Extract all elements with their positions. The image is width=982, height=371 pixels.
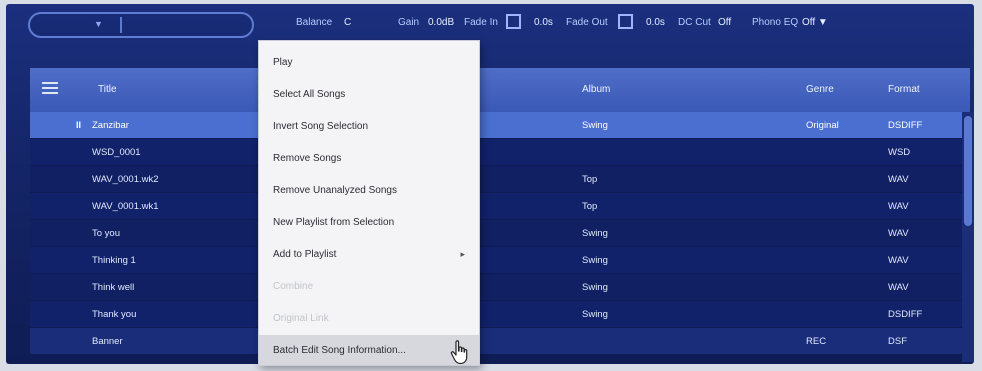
menu-item-remove-unanalyzed-songs[interactable]: Remove Unanalyzed Songs [259, 175, 479, 205]
seek-slider[interactable]: ▼ [28, 12, 254, 38]
table-row[interactable]: II Zanzibar Swing Original DSDIFF [30, 112, 962, 139]
column-header-title[interactable]: Title [98, 84, 117, 95]
balance-value[interactable]: C [344, 17, 351, 28]
cell-album: Swing [582, 309, 608, 320]
cell-format: DSDIFF [888, 120, 923, 131]
menu-item-label: Play [273, 57, 293, 68]
hamburger-menu-icon[interactable] [42, 82, 58, 94]
cell-album: Swing [582, 255, 608, 266]
cell-album: Swing [582, 120, 608, 131]
cell-title: WAV_0001.wk2 [92, 174, 159, 185]
cell-format: DSF [888, 336, 907, 347]
cell-album: Swing [582, 228, 608, 239]
table-row[interactable]: Thinking 1 Swing WAV [30, 247, 962, 274]
cell-format: WAV [888, 255, 909, 266]
menu-item-label: New Playlist from Selection [273, 217, 395, 228]
table-row[interactable]: WAV_0001.wk2 Top WAV [30, 166, 962, 193]
fade-out-value[interactable]: 0.0s [646, 17, 665, 28]
hand-cursor-icon [450, 340, 468, 365]
table-scrollbar[interactable] [962, 112, 974, 362]
seek-position-marker[interactable] [120, 17, 122, 33]
context-menu: Play Select All Songs Invert Song Select… [258, 40, 480, 366]
cell-album: Swing [582, 282, 608, 293]
gain-label: Gain [398, 17, 420, 28]
menu-item-batch-edit-song-information[interactable]: Batch Edit Song Information... [259, 335, 479, 365]
balance-label: Balance [296, 17, 333, 28]
seek-knob-icon[interactable]: ▼ [94, 19, 103, 29]
menu-item-label: Remove Unanalyzed Songs [273, 185, 397, 196]
menu-item-play[interactable]: Play [259, 47, 479, 77]
cell-format: WAV [888, 282, 909, 293]
app-window: ▼ Balance C Gain 0.0dB Fade In 0.0s Fade… [6, 4, 974, 364]
scrollbar-thumb[interactable] [964, 116, 972, 226]
dc-cut-value[interactable]: Off [718, 17, 731, 28]
pause-icon: II [76, 120, 82, 130]
table-row[interactable]: Thank you Swing DSDIFF [30, 301, 962, 328]
fade-out-checkbox[interactable] [618, 14, 633, 29]
phono-eq-dropdown[interactable]: Off ▼ [802, 17, 828, 28]
table-row[interactable]: WSD_0001 WSD [30, 139, 962, 166]
cell-format: WAV [888, 174, 909, 185]
table-row[interactable]: WAV_0001.wk1 Top WAV [30, 193, 962, 220]
menu-item-new-playlist-from-selection[interactable]: New Playlist from Selection [259, 207, 479, 237]
menu-item-invert-song-selection[interactable]: Invert Song Selection [259, 111, 479, 141]
table-row[interactable]: Think well Swing WAV [30, 274, 962, 301]
fade-in-value[interactable]: 0.0s [534, 17, 553, 28]
song-table-body: II Zanzibar Swing Original DSDIFF WSD_00… [30, 112, 962, 355]
cell-genre: Original [806, 120, 839, 131]
cell-format: WSD [888, 147, 911, 158]
cell-format: DSDIFF [888, 309, 923, 320]
cell-title: Zanzibar [92, 120, 129, 131]
menu-item-select-all-songs[interactable]: Select All Songs [259, 79, 479, 109]
menu-item-combine: Combine [259, 271, 479, 301]
cell-title: Banner [92, 336, 123, 347]
cell-format: WAV [888, 201, 909, 212]
column-header-genre[interactable]: Genre [806, 84, 834, 95]
menu-item-label: Batch Edit Song Information... [273, 345, 406, 356]
cell-format: WAV [888, 228, 909, 239]
cell-genre: REC [806, 336, 827, 347]
fade-in-label: Fade In [464, 17, 498, 28]
menu-item-remove-songs[interactable]: Remove Songs [259, 143, 479, 173]
cell-title: Think well [92, 282, 135, 293]
cell-title: Thank you [92, 309, 137, 320]
phono-eq-label: Phono EQ [752, 17, 799, 28]
table-row[interactable]: Banner REC DSF [30, 328, 962, 355]
menu-item-label: Original Link [273, 313, 329, 324]
cell-title: WAV_0001.wk1 [92, 201, 159, 212]
menu-item-label: Invert Song Selection [273, 121, 369, 132]
column-header-album[interactable]: Album [582, 84, 610, 95]
cell-title: Thinking 1 [92, 255, 136, 266]
gain-value[interactable]: 0.0dB [428, 17, 454, 28]
menu-item-label: Combine [273, 281, 314, 292]
song-table-header: Title Album Genre Format [30, 68, 970, 112]
column-header-format[interactable]: Format [888, 84, 920, 95]
control-bar: ▼ Balance C Gain 0.0dB Fade In 0.0s Fade… [6, 4, 974, 44]
menu-item-add-to-playlist[interactable]: Add to Playlist ▸ [259, 239, 479, 269]
fade-out-label: Fade Out [566, 17, 608, 28]
cell-album: Top [582, 174, 598, 185]
dc-cut-label: DC Cut [678, 17, 711, 28]
cell-title: WSD_0001 [92, 147, 141, 158]
table-row[interactable]: To you Swing WAV [30, 220, 962, 247]
menu-item-label: Select All Songs [273, 89, 346, 100]
cell-title: To you [92, 228, 120, 239]
menu-item-label: Add to Playlist [273, 249, 337, 260]
fade-in-checkbox[interactable] [506, 14, 521, 29]
submenu-arrow-icon: ▸ [460, 249, 465, 259]
menu-item-label: Remove Songs [273, 153, 342, 164]
menu-item-original-link: Original Link [259, 303, 479, 333]
cell-album: Top [582, 201, 598, 212]
